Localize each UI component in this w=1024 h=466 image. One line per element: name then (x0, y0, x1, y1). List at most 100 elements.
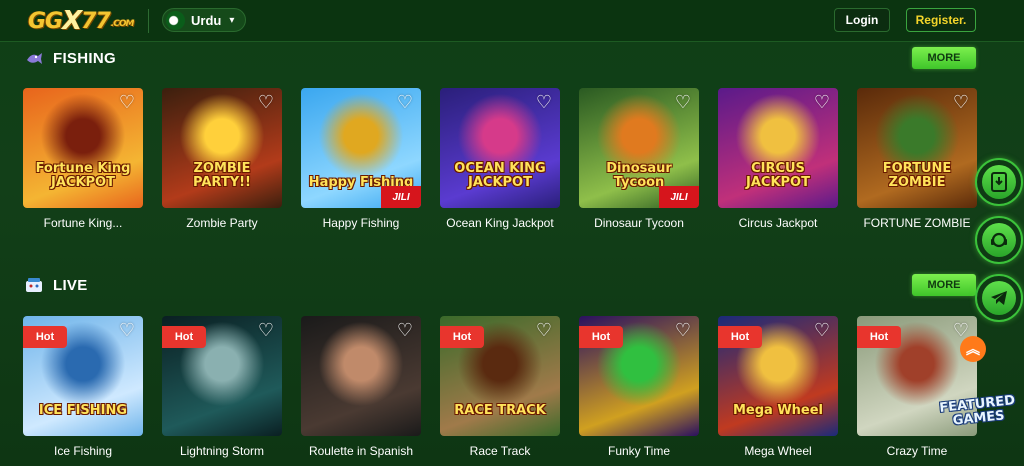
hot-badge: Hot (162, 326, 206, 348)
game-thumbnail[interactable]: Hot ♡ (162, 316, 282, 436)
top-header: GG X 77 .COM Urdu ▾ Login Register. (0, 0, 1024, 42)
game-art-title: Fortune King JACKPOT (35, 161, 131, 190)
game-name[interactable]: Ocean King Jackpot (440, 216, 560, 230)
game-name[interactable]: Zombie Party (162, 216, 282, 230)
favorite-heart-icon[interactable]: ♡ (534, 320, 554, 340)
game-card[interactable]: RACE TRACK Hot ♡ Race Track (440, 316, 560, 458)
game-card[interactable]: CIRCUS JACKPOT ♡ Circus Jackpot (718, 88, 838, 230)
favorite-heart-icon[interactable]: ♡ (395, 92, 415, 112)
favorite-heart-icon[interactable]: ♡ (256, 320, 276, 340)
game-card[interactable]: Hot ♡ Funky Time (579, 316, 699, 458)
section-title-label: FISHING (53, 49, 116, 67)
live-games-row: ICE FISHING Hot ♡ Ice Fishing Hot ♡ Lightning … (23, 316, 983, 466)
game-thumbnail[interactable]: Dinosaur Tycoon JILI ♡ (579, 88, 699, 208)
language-label: Urdu (191, 12, 222, 28)
logo-text-com: .COM (110, 19, 135, 29)
game-name[interactable]: Circus Jackpot (718, 216, 838, 230)
game-card[interactable]: Happy Fishing JILI ♡ Happy Fishing (301, 88, 421, 230)
game-name[interactable]: Lightning Storm (162, 444, 282, 458)
scroll-to-top-button[interactable]: ︽ (960, 336, 986, 362)
game-art-title: Mega Wheel (732, 403, 824, 418)
game-thumbnail[interactable]: Fortune King JACKPOT ♡ (23, 88, 143, 208)
fishing-icon (23, 47, 45, 69)
hot-badge: Hot (579, 326, 623, 348)
game-name[interactable]: Funky Time (579, 444, 699, 458)
game-thumbnail[interactable]: ICE FISHING Hot ♡ (23, 316, 143, 436)
game-thumbnail[interactable]: RACE TRACK Hot ♡ (440, 316, 560, 436)
section-title-fishing: FISHING (23, 47, 116, 69)
favorite-heart-icon[interactable]: ♡ (395, 320, 415, 340)
hot-badge: Hot (440, 326, 484, 348)
favorite-heart-icon[interactable]: ♡ (812, 92, 832, 112)
jili-provider-badge: JILI (659, 186, 699, 208)
game-art-title: CIRCUS JACKPOT (746, 161, 810, 190)
game-card[interactable]: Mega Wheel Hot ♡ Mega Wheel (718, 316, 838, 458)
game-card[interactable]: FORTUNE ZOMBIE ♡ FORTUNE ZOMBIE (857, 88, 977, 230)
favorite-heart-icon[interactable]: ♡ (117, 92, 137, 112)
jili-provider-badge: JILI (381, 186, 421, 208)
telegram-button[interactable] (975, 274, 1023, 322)
pakistan-flag-icon (166, 10, 185, 30)
header-divider (148, 9, 149, 33)
section-title-label: LIVE (53, 276, 88, 294)
game-art-title: ZOMBIE PARTY!! (193, 161, 251, 190)
featured-games-badge[interactable]: FEATURED GAMES (937, 376, 1019, 448)
game-name[interactable]: Fortune King... (23, 216, 143, 230)
hot-badge: Hot (23, 326, 67, 348)
live-more-button[interactable]: MORE (912, 274, 976, 296)
favorite-heart-icon[interactable]: ♡ (951, 92, 971, 112)
favorite-heart-icon[interactable]: ♡ (673, 320, 693, 340)
logo-text-x: X (62, 6, 82, 36)
register-button[interactable]: Register. (906, 8, 976, 32)
fishing-games-row: Fortune King JACKPOT ♡ Fortune King... ZOMB… (23, 88, 983, 238)
hot-badge: Hot (857, 326, 901, 348)
game-thumbnail[interactable]: Happy Fishing JILI ♡ (301, 88, 421, 208)
game-art-title: RACE TRACK (454, 403, 546, 418)
game-card[interactable]: ZOMBIE PARTY!! ♡ Zombie Party (162, 88, 282, 230)
live-icon (23, 274, 45, 296)
language-selector[interactable]: Urdu ▾ (162, 8, 246, 32)
game-name[interactable]: Roulette in Spanish (301, 444, 421, 458)
double-chevron-up-icon: ︽ (966, 341, 980, 357)
favorite-heart-icon[interactable]: ♡ (117, 320, 137, 340)
download-icon (982, 165, 1016, 199)
game-card[interactable]: Hot ♡ Lightning Storm (162, 316, 282, 458)
game-name[interactable]: FORTUNE ZOMBIE (857, 216, 977, 230)
game-card[interactable]: Fortune King JACKPOT ♡ Fortune King... (23, 88, 143, 230)
favorite-heart-icon[interactable]: ♡ (812, 320, 832, 340)
game-name[interactable]: Race Track (440, 444, 560, 458)
site-logo[interactable]: GG X 77 .COM (28, 6, 135, 36)
game-thumbnail[interactable]: ♡ (301, 316, 421, 436)
game-thumbnail[interactable]: ZOMBIE PARTY!! ♡ (162, 88, 282, 208)
download-app-button[interactable] (975, 158, 1023, 206)
game-card[interactable]: OCEAN KING JACKPOT ♡ Ocean King Jackpot (440, 88, 560, 230)
game-name[interactable]: Mega Wheel (718, 444, 838, 458)
telegram-icon (982, 281, 1016, 315)
login-button[interactable]: Login (834, 8, 890, 32)
game-card[interactable]: ♡ Roulette in Spanish (301, 316, 421, 458)
game-thumbnail[interactable]: Mega Wheel Hot ♡ (718, 316, 838, 436)
support-icon (982, 223, 1016, 257)
game-art-title: FORTUNE ZOMBIE (882, 161, 952, 190)
game-card[interactable]: ICE FISHING Hot ♡ Ice Fishing (23, 316, 143, 458)
favorite-heart-icon[interactable]: ♡ (256, 92, 276, 112)
fishing-more-button[interactable]: MORE (912, 47, 976, 69)
section-title-live: LIVE (23, 274, 88, 296)
game-name[interactable]: Ice Fishing (23, 444, 143, 458)
chevron-down-icon: ▾ (229, 14, 235, 26)
game-thumbnail[interactable]: FORTUNE ZOMBIE ♡ (857, 88, 977, 208)
game-name[interactable]: Dinosaur Tycoon (579, 216, 699, 230)
game-name[interactable]: Happy Fishing (301, 216, 421, 230)
hot-badge: Hot (718, 326, 762, 348)
favorite-heart-icon[interactable]: ♡ (534, 92, 554, 112)
game-art-title: ICE FISHING (38, 403, 128, 418)
logo-text-num: 77 (81, 8, 111, 34)
game-thumbnail[interactable]: OCEAN KING JACKPOT ♡ (440, 88, 560, 208)
game-card[interactable]: Dinosaur Tycoon JILI ♡ Dinosaur Tycoon (579, 88, 699, 230)
logo-text-gg: GG (28, 8, 63, 34)
game-thumbnail[interactable]: CIRCUS JACKPOT ♡ (718, 88, 838, 208)
game-art-title: OCEAN KING JACKPOT (454, 161, 546, 190)
game-thumbnail[interactable]: Hot ♡ (579, 316, 699, 436)
favorite-heart-icon[interactable]: ♡ (673, 92, 693, 112)
customer-support-button[interactable] (975, 216, 1023, 264)
